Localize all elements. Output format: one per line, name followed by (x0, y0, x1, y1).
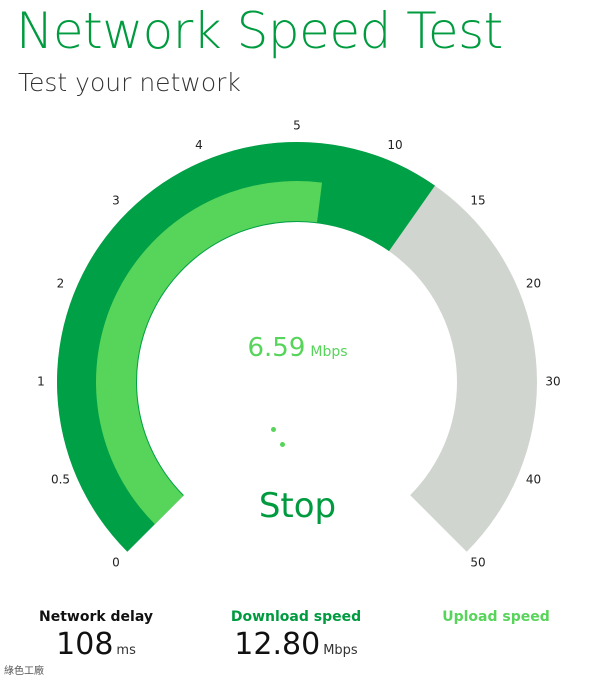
loading-dot (280, 442, 285, 447)
gauge-scale-label: 40 (526, 473, 541, 487)
download-speed-unit: Mbps (323, 643, 358, 658)
upload-speed-value-row (406, 627, 586, 662)
gauge-scale-label: 4 (195, 138, 203, 152)
network-delay-label: Network delay (38, 609, 153, 625)
upload-speed-stat: Upload speed (406, 609, 586, 662)
watermark-text: 綠色工廠 (4, 666, 44, 677)
stop-button[interactable]: Stop (0, 486, 595, 526)
gauge-scale-label: 50 (470, 556, 485, 570)
gauge-scale-label: 2 (57, 277, 65, 291)
gauge-scale-label: 0.5 (51, 473, 70, 487)
gauge-scale-label: 5 (293, 119, 301, 133)
download-speed-stat: Download speed 12.80 Mbps (206, 609, 386, 662)
download-speed-label: Download speed (230, 609, 362, 625)
gauge-scale-label: 15 (470, 194, 485, 208)
upload-speed-label: Upload speed (442, 609, 550, 625)
network-delay-stat: Network delay 108 ms (6, 609, 186, 662)
current-speed-unit: Mbps (310, 344, 348, 360)
gauge-scale-label: 20 (526, 277, 541, 291)
download-speed-value-row: 12.80 Mbps (206, 627, 386, 662)
download-speed-value: 12.80 (234, 627, 321, 662)
network-delay-unit: ms (116, 643, 136, 658)
current-speed-value: 6.59 (247, 333, 306, 363)
gauge-scale-label: 1 (37, 375, 45, 389)
gauge-scale-label: 30 (545, 375, 560, 389)
current-speed-readout: 6.59 Mbps (0, 333, 595, 363)
gauge-scale-label: 0 (112, 556, 120, 570)
network-delay-value: 108 (56, 627, 114, 662)
gauge-scale-label: 10 (387, 138, 402, 152)
network-delay-value-row: 108 ms (6, 627, 186, 662)
loading-dot (271, 427, 276, 432)
gauge-scale-label: 3 (112, 194, 120, 208)
